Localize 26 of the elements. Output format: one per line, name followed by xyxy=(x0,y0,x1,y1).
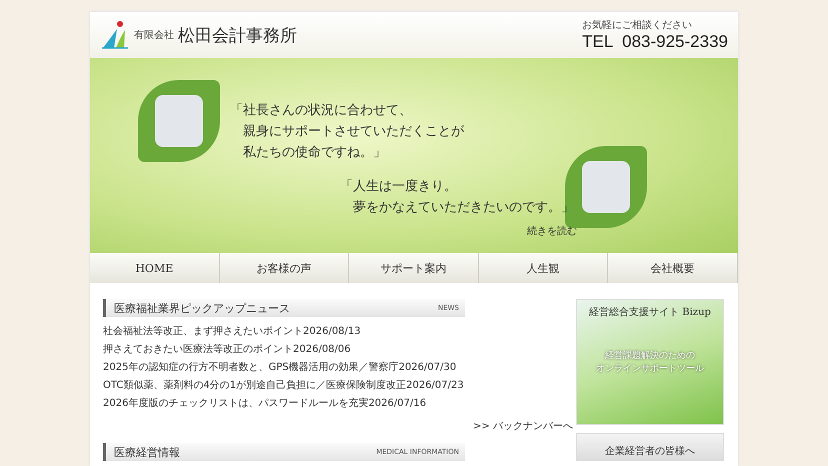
section-title: 医療福祉業界ピックアップニュース xyxy=(114,300,290,316)
company-type: 有限会社 xyxy=(134,28,174,42)
nav-tab[interactable]: サポート案内 xyxy=(349,253,479,283)
quote-line: 「社長さんの状況に合わせて、 xyxy=(230,102,412,120)
contact-prompt: お気軽にご相談ください xyxy=(582,18,692,32)
nav-tab[interactable]: 会社概要 xyxy=(608,253,738,283)
back-number-link[interactable]: >> バックナンバーへ xyxy=(473,419,573,433)
nav-tab[interactable]: HOME xyxy=(90,253,220,283)
nav-tab[interactable]: お客様の声 xyxy=(220,253,350,283)
quote-line: 親身にサポートさせていただくことが xyxy=(243,123,464,141)
quote-line: 夢をかなえていただきたいのです。」 xyxy=(353,199,574,217)
banner-link[interactable]: 企業経営者の皆様へ xyxy=(576,433,724,461)
quote-line: 私たちの使命ですね。」 xyxy=(243,144,386,162)
news-link[interactable]: 押さえておきたい医療法等改正のポイント2026/08/06 xyxy=(103,344,351,355)
news-link[interactable]: 2025年の認知症の行方不明者数と、GPS機器活用の効果／警察庁2026/07/30 xyxy=(103,362,456,373)
news-link[interactable]: 2026年度版のチェックリストは、パスワードルールを充実2026/07/16 xyxy=(103,398,426,409)
nav-tab[interactable]: 人生観 xyxy=(478,253,608,283)
section-title: 医療経営情報 xyxy=(114,444,180,460)
banner-link[interactable]: 経営総合支援サイト Bizup 経営課題解決のための オンラインサポートツール xyxy=(576,299,724,425)
company-name: 松田会計事務所 xyxy=(178,24,297,46)
logo-icon xyxy=(100,20,130,50)
phone-number: TEL 083-925-2339 xyxy=(582,32,728,52)
news-link[interactable]: 社会福祉法等改正、まず押さえたいポイント2026/08/13 xyxy=(103,326,361,337)
quote-line: 「人生は一度きり。 xyxy=(340,178,457,196)
read-more-link[interactable]: 続きを読む xyxy=(527,224,577,238)
news-link[interactable]: OTC類似薬、薬剤料の4分の1が別途自己負担に／医療保険制度改正2026/07/23 xyxy=(103,380,464,391)
